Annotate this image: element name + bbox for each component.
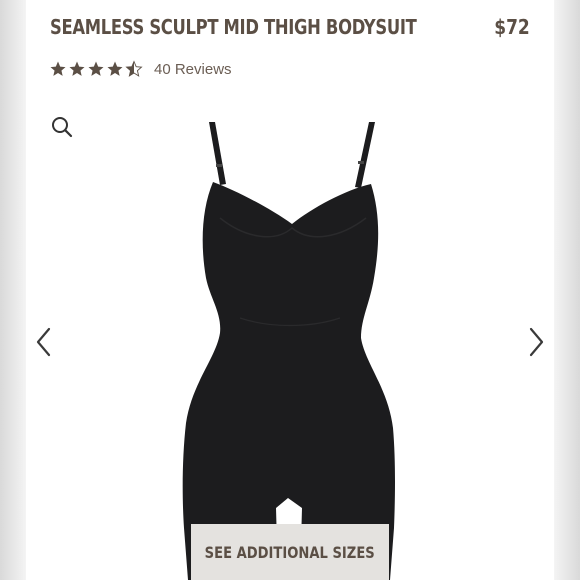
left-edge-shade [0, 0, 26, 580]
rating-row[interactable]: 40 Reviews [49, 60, 232, 78]
see-additional-sizes-label: SEE ADDITIONAL SIZES [204, 542, 376, 562]
search-icon[interactable] [50, 115, 74, 139]
chevron-left-icon[interactable] [34, 326, 54, 358]
star-icon [88, 61, 104, 76]
star-rating [49, 60, 144, 78]
right-strap [355, 122, 375, 188]
reviews-link[interactable]: 40 Reviews [154, 61, 232, 78]
chevron-right-icon[interactable] [526, 326, 546, 358]
strap-adjuster-right [358, 161, 364, 164]
left-strap [209, 122, 226, 185]
star-icon [50, 61, 66, 76]
product-title: SEAMLESS SCULPT MID THIGH BODYSUIT [50, 15, 417, 39]
right-edge-shade [554, 0, 580, 580]
star-icon [69, 61, 85, 76]
see-additional-sizes-button[interactable]: SEE ADDITIONAL SIZES [191, 524, 389, 580]
bodysuit-body [182, 182, 395, 580]
strap-adjuster-left [216, 164, 222, 167]
half-star-icon [125, 60, 143, 77]
product-price: $72 [494, 15, 530, 39]
star-icon [107, 61, 123, 76]
black-bodysuit-image [182, 122, 395, 580]
